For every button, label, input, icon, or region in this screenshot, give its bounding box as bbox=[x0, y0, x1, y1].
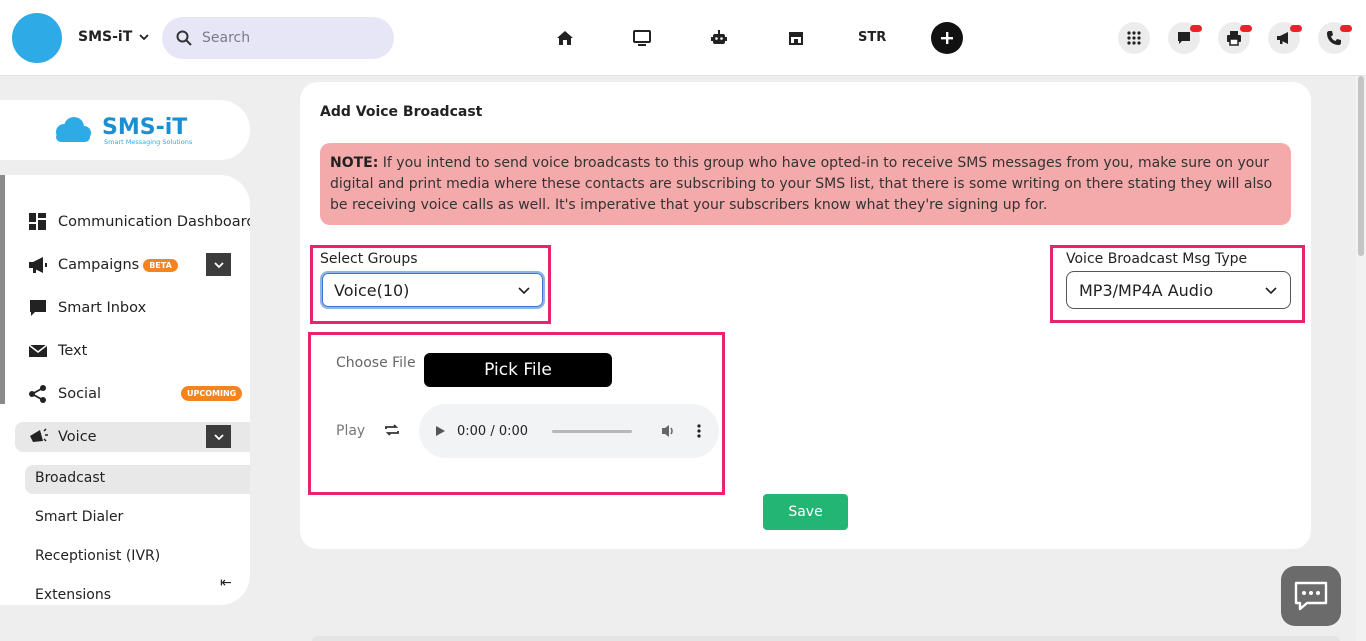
page-title: Add Voice Broadcast bbox=[320, 104, 483, 120]
sidebar: Communication Dashboard Campaigns BETA S… bbox=[0, 175, 250, 605]
beta-badge: BETA bbox=[143, 258, 178, 272]
page-scrollbar[interactable] bbox=[1356, 76, 1366, 641]
note-text: If you intend to send voice broadcasts t… bbox=[330, 155, 1273, 213]
save-button[interactable]: Save bbox=[763, 494, 848, 530]
select-groups-label: Select Groups bbox=[320, 251, 418, 267]
sidebar-item-label: Voice bbox=[58, 429, 97, 445]
sms-it-logo: SMS-iT Smart Messaging Solutions bbox=[56, 115, 193, 146]
chevron-down-icon bbox=[1265, 287, 1277, 295]
add-button[interactable] bbox=[931, 22, 963, 54]
apps-grid-icon[interactable] bbox=[1118, 22, 1150, 54]
volume-icon[interactable] bbox=[660, 423, 678, 439]
sidebar-item-label: Smart Inbox bbox=[58, 300, 147, 316]
sidebar-item-smart-inbox[interactable]: Smart Inbox bbox=[28, 298, 146, 318]
sidebar-item-label: Text bbox=[58, 343, 88, 359]
search-icon bbox=[176, 30, 192, 46]
sidebar-scrollbar[interactable] bbox=[0, 175, 5, 404]
choose-file-label: Choose File bbox=[336, 355, 416, 371]
sidebar-subitem-receptionist[interactable]: Receptionist (IVR) bbox=[35, 548, 160, 564]
logo-card: SMS-iT Smart Messaging Solutions bbox=[0, 100, 250, 160]
msg-type-label: Voice Broadcast Msg Type bbox=[1066, 251, 1248, 267]
chat-notification-icon[interactable] bbox=[1168, 22, 1202, 54]
note-banner: NOTE: If you intend to send voice broadc… bbox=[320, 143, 1291, 225]
select-groups-dropdown[interactable]: Voice(10) bbox=[320, 271, 545, 309]
chat-support-icon bbox=[1294, 581, 1328, 611]
plus-icon bbox=[941, 32, 953, 44]
svg-text:Smart Messaging Solutions: Smart Messaging Solutions bbox=[104, 138, 193, 146]
svg-text:SMS-iT: SMS-iT bbox=[102, 115, 187, 140]
phone-notification-icon[interactable] bbox=[1318, 22, 1352, 54]
top-bar: SMS-iT STR bbox=[0, 0, 1366, 76]
audio-progress-track[interactable] bbox=[552, 429, 633, 433]
sidebar-item-text[interactable]: Text bbox=[28, 341, 87, 361]
share-icon bbox=[29, 385, 46, 403]
notification-dot bbox=[1240, 25, 1252, 32]
play-icon[interactable] bbox=[433, 424, 447, 438]
sidebar-subitem-broadcast[interactable]: Broadcast bbox=[35, 470, 105, 486]
brand-switcher[interactable]: SMS-iT bbox=[78, 29, 150, 45]
audio-player[interactable]: 0:00 / 0:00 bbox=[419, 404, 719, 458]
print-notification-icon[interactable] bbox=[1218, 22, 1252, 54]
chevron-down-icon bbox=[213, 433, 224, 440]
audio-time: 0:00 / 0:00 bbox=[457, 423, 529, 439]
note-label: NOTE: bbox=[330, 155, 379, 171]
sidebar-item-label: Communication Dashboard bbox=[58, 214, 250, 230]
voice-megaphone-icon bbox=[30, 428, 48, 442]
select-groups-value: Voice(10) bbox=[334, 280, 410, 300]
notification-dot bbox=[1290, 25, 1302, 32]
upcoming-badge: UPCOMING bbox=[181, 386, 243, 401]
monitor-icon[interactable] bbox=[630, 26, 654, 50]
search-box[interactable] bbox=[162, 17, 394, 59]
more-options-icon[interactable] bbox=[696, 423, 702, 439]
bottom-card-edge bbox=[312, 636, 1340, 641]
sidebar-item-communication-dashboard[interactable]: Communication Dashboard bbox=[28, 212, 250, 232]
sidebar-subitem-smart-dialer[interactable]: Smart Dialer bbox=[35, 509, 123, 525]
sidebar-item-label: Social bbox=[58, 386, 101, 402]
search-input[interactable] bbox=[202, 30, 372, 46]
chevron-down-icon bbox=[139, 34, 149, 41]
chevron-down-icon bbox=[518, 287, 530, 295]
pick-file-button[interactable]: Pick File bbox=[424, 353, 612, 387]
msg-type-value: MP3/MP4A Audio bbox=[1079, 280, 1214, 300]
sidebar-item-social[interactable]: Social bbox=[28, 384, 101, 404]
dashboard-icon bbox=[29, 213, 46, 230]
home-icon[interactable] bbox=[553, 26, 577, 50]
add-voice-broadcast-card: Add Voice Broadcast NOTE: If you intend … bbox=[300, 82, 1311, 549]
megaphone-notification-icon[interactable] bbox=[1268, 22, 1302, 54]
page-scrollbar-thumb[interactable] bbox=[1358, 76, 1364, 256]
sidebar-subitem-extensions[interactable]: Extensions bbox=[35, 587, 111, 603]
collapse-sidebar-icon[interactable]: ⇤ bbox=[220, 575, 232, 591]
notification-dot bbox=[1340, 25, 1352, 32]
notification-dot bbox=[1190, 25, 1202, 32]
voice-expand-button[interactable] bbox=[206, 425, 231, 448]
campaigns-expand-button[interactable] bbox=[206, 253, 231, 276]
sidebar-item-voice[interactable]: Voice bbox=[28, 427, 97, 447]
chevron-down-icon bbox=[213, 261, 224, 268]
msg-type-dropdown[interactable]: MP3/MP4A Audio bbox=[1066, 271, 1291, 309]
chat-widget-button[interactable] bbox=[1281, 566, 1341, 626]
loop-icon[interactable] bbox=[383, 422, 401, 442]
chat-bubble-icon bbox=[30, 300, 46, 316]
envelope-icon bbox=[28, 344, 48, 357]
robot-icon[interactable] bbox=[707, 26, 731, 50]
avatar[interactable] bbox=[12, 13, 62, 63]
nav-str[interactable]: STR bbox=[858, 30, 886, 45]
sidebar-item-label: Campaigns bbox=[58, 257, 140, 273]
brand-name: SMS-iT bbox=[78, 29, 133, 45]
play-label: Play bbox=[336, 423, 366, 439]
store-icon[interactable] bbox=[784, 26, 808, 50]
megaphone-icon bbox=[29, 257, 47, 273]
sidebar-item-campaigns[interactable]: Campaigns BETA bbox=[28, 255, 178, 275]
